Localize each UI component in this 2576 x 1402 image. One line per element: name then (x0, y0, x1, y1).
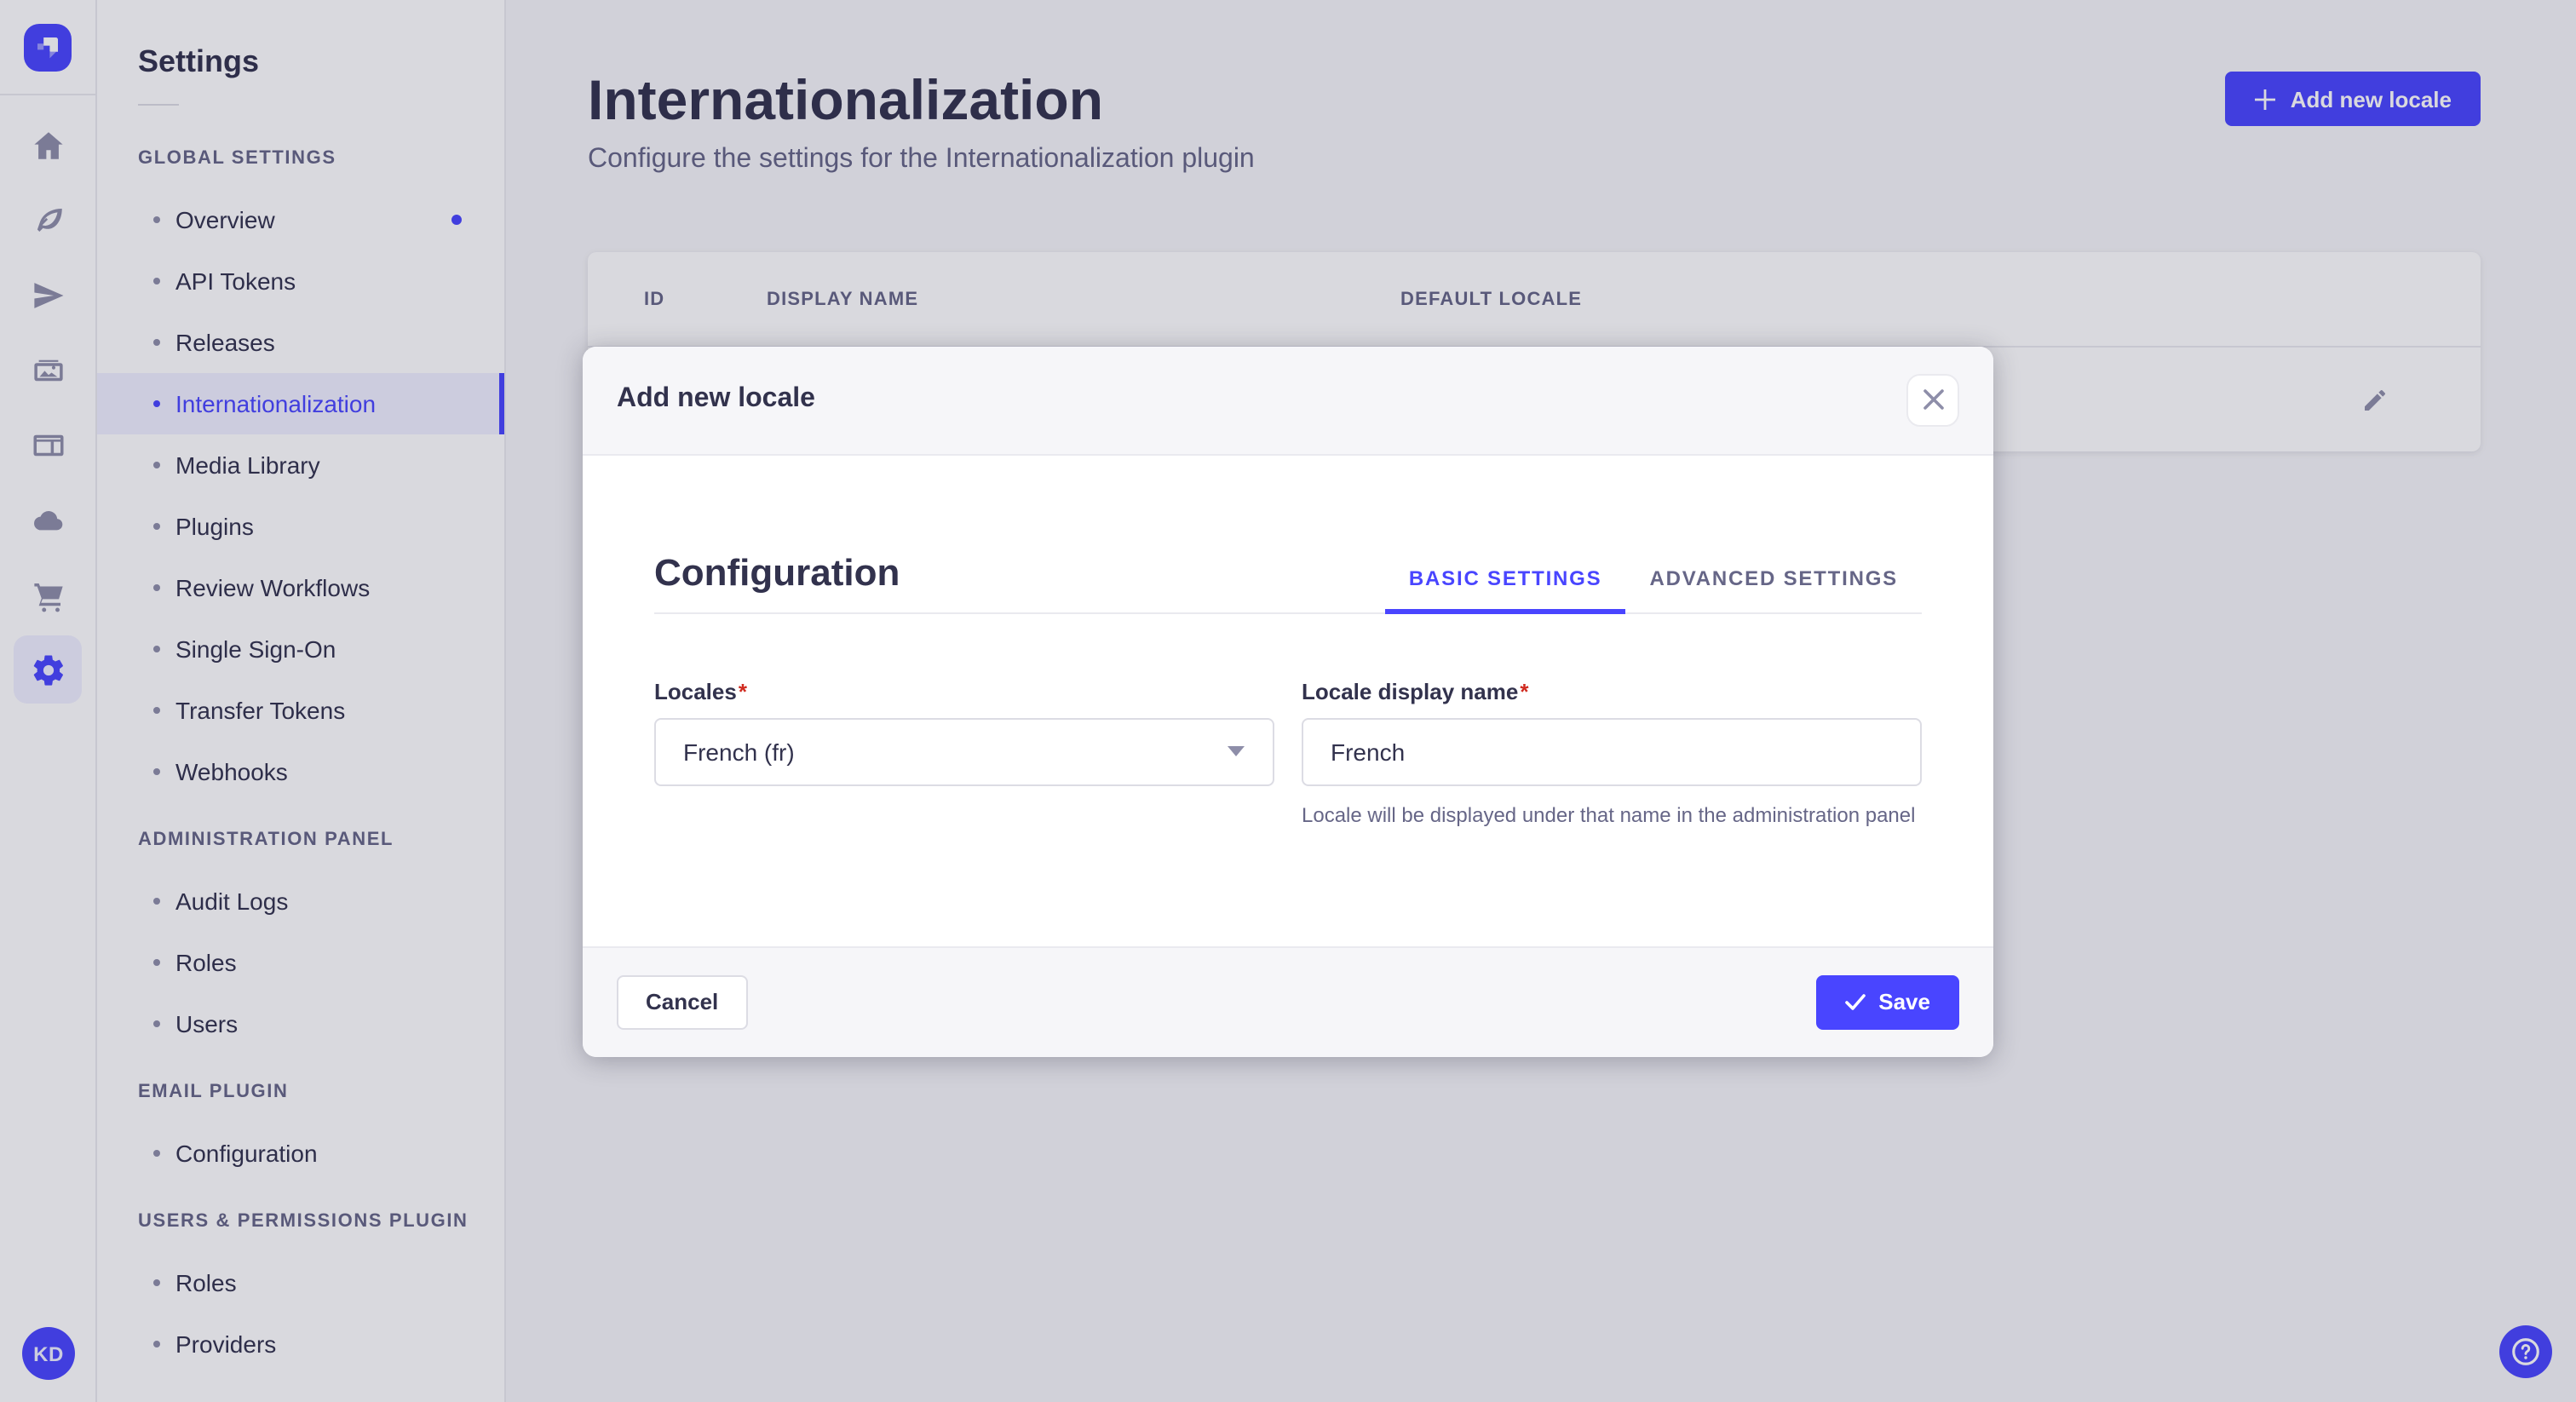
modal-footer: Cancel Save (583, 945, 1993, 1056)
configuration-section-header: Configuration BASIC SETTINGS ADVANCED SE… (654, 550, 1922, 613)
modal-body: Configuration BASIC SETTINGS ADVANCED SE… (583, 455, 1993, 828)
settings-tabs: BASIC SETTINGS ADVANCED SETTINGS (1384, 566, 1922, 613)
required-asterisk: * (1520, 678, 1529, 704)
tab-advanced-settings[interactable]: ADVANCED SETTINGS (1625, 566, 1922, 612)
modal-title: Add new locale (617, 384, 815, 413)
required-asterisk: * (738, 678, 747, 704)
display-name-hint: Locale will be displayed under that name… (1302, 802, 1916, 826)
display-name-input[interactable] (1302, 717, 1922, 785)
strapi-settings-app: KD Settings GLOBAL SETTINGS Overview API… (0, 0, 2576, 1402)
locales-select-value: French (fr) (683, 738, 795, 765)
locales-label: Locales * (654, 678, 747, 704)
chevron-down-icon (1228, 746, 1245, 756)
save-button[interactable]: Save (1815, 974, 1959, 1029)
close-button[interactable] (1906, 373, 1959, 426)
display-name-field: Locale display name* Locale will be disp… (1302, 678, 1922, 828)
form-fields: Locales * French (fr) Locale display name… (654, 678, 1922, 828)
modal-header: Add new locale (583, 346, 1993, 455)
close-icon (1923, 389, 1943, 410)
locales-field: Locales * French (fr) (654, 678, 1274, 828)
display-name-label: Locale display name * (1302, 678, 1529, 704)
add-locale-modal: Add new locale Configuration BASIC SETTI… (583, 346, 1993, 1056)
save-label: Save (1878, 989, 1930, 1014)
cancel-button[interactable]: Cancel (617, 974, 748, 1029)
check-icon (1844, 993, 1866, 1009)
locales-select[interactable]: French (fr) (654, 717, 1274, 785)
configuration-heading: Configuration (654, 550, 900, 593)
tab-basic-settings[interactable]: BASIC SETTINGS (1384, 566, 1627, 613)
